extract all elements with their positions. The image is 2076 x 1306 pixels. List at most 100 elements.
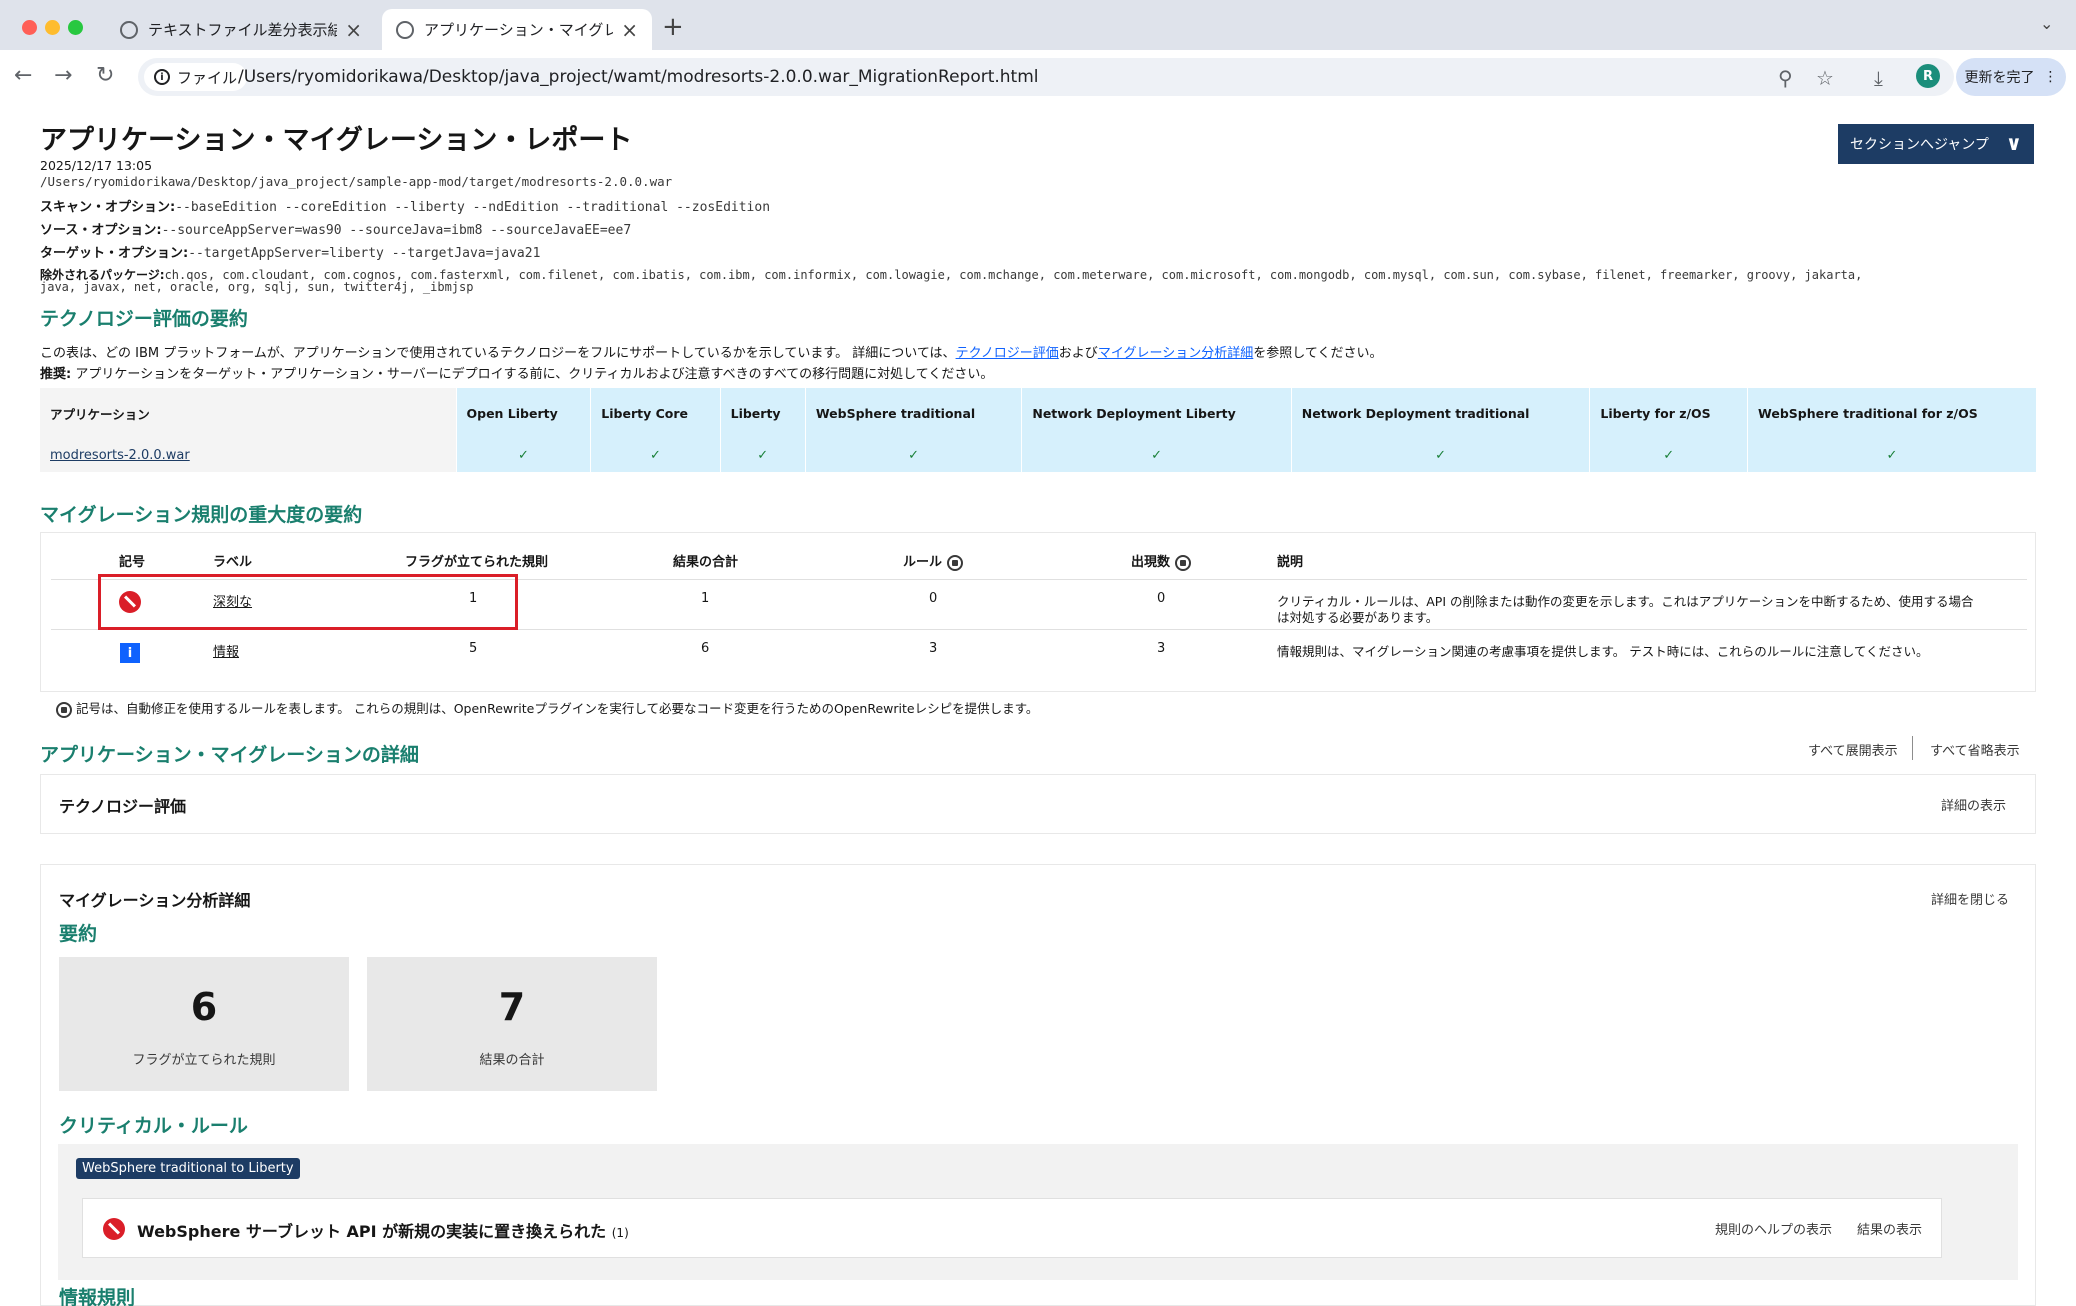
autofix-footnote: 記号は、自動修正を使用するルールを表します。 これらの規則は、OpenRewri… <box>56 698 1038 718</box>
show-results-link[interactable]: 結果の表示 <box>1857 1219 1922 1238</box>
report-date: 2025/12/17 13:05 <box>40 158 153 173</box>
stat-label: フラグが立てられた規則 <box>132 1053 276 1068</box>
globe-icon <box>396 20 414 39</box>
rule-card[interactable]: WebSphere サーブレット API が新規の実装に置き換えられた (1) … <box>82 1198 1942 1258</box>
scan-value: --baseEdition --coreEdition --liberty --… <box>175 200 771 215</box>
new-tab-button[interactable]: + <box>662 12 684 42</box>
close-icon[interactable]: × <box>345 18 362 42</box>
recommend-label: 推奨: <box>40 367 72 382</box>
severity-label-link[interactable]: 情報 <box>213 641 239 660</box>
avatar[interactable]: R <box>1916 64 1940 88</box>
highlight-annotation-box <box>98 574 518 630</box>
check-cell: ✓ <box>1589 438 1748 472</box>
app-link[interactable]: modresorts-2.0.0.war <box>50 448 190 463</box>
occurrences-count: 0 <box>1157 591 1166 606</box>
summary-heading: 要約 <box>59 923 98 945</box>
autofix-icon <box>1174 554 1191 571</box>
rules-count: 0 <box>929 591 938 606</box>
forward-arrow-icon[interactable]: → <box>54 63 72 88</box>
autofix-icon <box>56 701 72 718</box>
recommend-text: アプリケーションをターゲット・アプリケーション・サーバーにデプロイする前に、クリ… <box>71 367 994 382</box>
globe-icon <box>120 20 138 39</box>
url-text[interactable]: /Users/ryomidorikawa/Desktop/java_projec… <box>238 67 1039 87</box>
occurrences-count: 3 <box>1157 641 1166 656</box>
migration-path-tag: WebSphere traditional to Liberty <box>76 1158 300 1179</box>
stat-value: 7 <box>498 985 526 1029</box>
column-header: WebSphere traditional for z/OS <box>1747 388 2036 438</box>
tab-label: アプリケーション・マイグレーシ <box>424 21 614 39</box>
report-page: アプリケーション・マイグレーション・レポート セクションへジャンプ ∨ 2025… <box>0 104 2076 1306</box>
flagged-count: 5 <box>469 641 478 656</box>
footnote-text: 記号は、自動修正を使用するルールを表します。 これらの規則は、OpenRewri… <box>75 701 1039 716</box>
site-info-chip[interactable]: i ファイル <box>144 63 248 91</box>
desc-post: を参照してください。 <box>1253 346 1383 361</box>
app-cell: modresorts-2.0.0.war <box>40 438 456 472</box>
window-close-button[interactable] <box>22 20 37 35</box>
site-info-label: ファイル <box>177 68 238 87</box>
source-value: --sourceAppServer=was90 --sourceJava=ibm… <box>161 223 632 238</box>
browser-toolbar: ← → ↻ i ファイル /Users/ryomidorikawa/Deskto… <box>0 50 2076 104</box>
back-arrow-icon[interactable]: ← <box>14 63 32 88</box>
column-header: Open Liberty <box>455 388 591 438</box>
source-label: ソース・オプション: <box>40 223 162 238</box>
tab-label: テキストファイル差分表示結果 <box>148 21 338 39</box>
column-header: Liberty for z/OS <box>1589 388 1748 438</box>
expand-all-link[interactable]: すべて展開表示 <box>1808 740 1898 759</box>
check-cell: ✓ <box>719 438 806 472</box>
update-button[interactable]: 更新を完了 ⋮ <box>1956 58 2066 96</box>
update-label: 更新を完了 <box>1964 70 2035 86</box>
show-details-link[interactable]: 詳細の表示 <box>1941 795 2006 814</box>
rule-title: WebSphere サーブレット API が新規の実装に置き換えられた <box>137 1222 607 1241</box>
panel-title: テクノロジー評価 <box>59 797 187 816</box>
browser-tab-bar: テキストファイル差分表示結果 × アプリケーション・マイグレーシ × + ⌄ <box>0 0 2076 50</box>
details-heading: アプリケーション・マイグレーションの詳細 <box>40 744 419 766</box>
stat-card-flagged: 6 フラグが立てられた規則 <box>59 957 349 1091</box>
severity-heading: マイグレーション規則の重大度の要約 <box>40 504 363 526</box>
column-header: 結果の合計 <box>673 555 739 570</box>
total-count: 1 <box>701 591 710 606</box>
window-zoom-button[interactable] <box>68 20 83 35</box>
stat-value: 6 <box>190 985 218 1029</box>
target-options: ターゲット・オプション:--targetAppServer=liberty --… <box>40 242 540 261</box>
panel-title: マイグレーション分析詳細 <box>59 891 251 910</box>
desc-pre: この表は、どの IBM プラットフォームが、アプリケーションで使用されているテク… <box>40 346 956 361</box>
occurrences-header-label: 出現数 <box>1131 555 1171 570</box>
bookmark-star-icon[interactable]: ☆ <box>1816 66 1834 90</box>
tech-eval-link[interactable]: テクノロジー評価 <box>956 346 1059 361</box>
migration-detail-link[interactable]: マイグレーション分析詳細 <box>1098 346 1253 361</box>
chevron-down-icon[interactable]: ⌄ <box>2040 14 2053 33</box>
rules-count: 3 <box>929 641 938 656</box>
info-rules-heading: 情報規則 <box>59 1287 136 1306</box>
rules-header-label: ルール <box>903 555 943 570</box>
check-cell: ✓ <box>1747 438 2036 472</box>
close-details-link[interactable]: 詳細を閉じる <box>1931 889 2009 908</box>
jump-to-section-button[interactable]: セクションへジャンプ ∨ <box>1838 124 2034 164</box>
desc-mid: および <box>1058 346 1098 361</box>
check-cell: ✓ <box>590 438 721 472</box>
tech-summary-table: アプリケーション Open Liberty Liberty Core Liber… <box>40 388 2036 472</box>
download-icon[interactable]: ⤓ <box>1874 66 1883 90</box>
column-header: 説明 <box>1277 555 1304 570</box>
close-icon[interactable]: × <box>621 18 638 42</box>
check-cell: ✓ <box>455 438 591 472</box>
autofix-icon <box>946 554 963 571</box>
column-header-occurrences: 出現数 <box>1131 551 1191 571</box>
tab-diff-result[interactable]: テキストファイル差分表示結果 × <box>106 9 376 50</box>
tech-eval-panel: テクノロジー評価 詳細の表示 <box>40 774 2036 834</box>
info-icon: i <box>154 69 170 85</box>
address-bar[interactable]: i ファイル /Users/ryomidorikawa/Desktop/java… <box>138 58 1954 96</box>
table-header-row: アプリケーション Open Liberty Liberty Core Liber… <box>40 388 2036 438</box>
check-cell: ✓ <box>1290 438 1590 472</box>
scan-label: スキャン・オプション: <box>40 200 176 215</box>
reload-icon[interactable]: ↻ <box>96 63 114 88</box>
rule-count: (1) <box>611 1226 629 1240</box>
zoom-icon[interactable]: ⚲ <box>1778 66 1793 90</box>
collapse-all-link[interactable]: すべて省略表示 <box>1930 740 2020 759</box>
rule-help-link[interactable]: 規則のヘルプの表示 <box>1715 1219 1832 1238</box>
column-header-rules: ルール <box>903 551 963 571</box>
tab-migration-report[interactable]: アプリケーション・マイグレーシ × <box>382 9 652 50</box>
column-header: Liberty Core <box>590 388 721 438</box>
severity-description-cont: は対処する必要があります。 <box>1277 610 1439 625</box>
window-minimize-button[interactable] <box>45 20 60 35</box>
check-cell: ✓ <box>1021 438 1292 472</box>
